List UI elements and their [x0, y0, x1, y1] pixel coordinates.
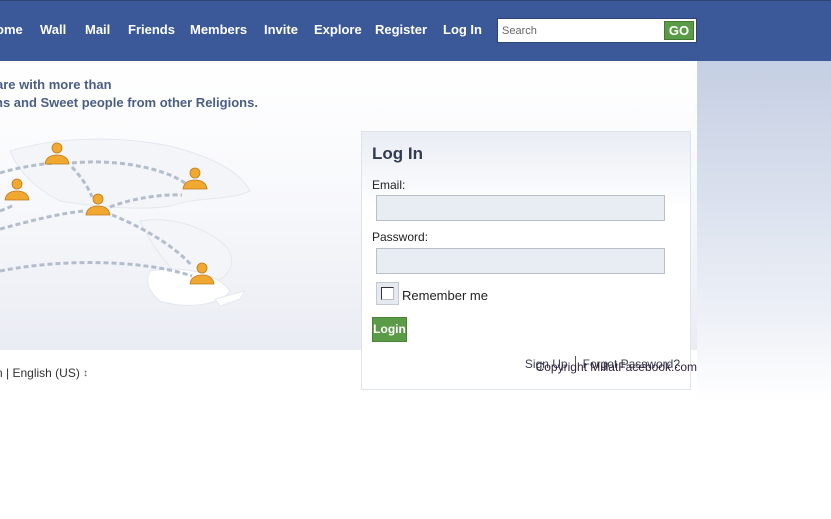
password-label: Password: [372, 230, 429, 244]
nav-item-mail[interactable]: Mail [85, 22, 110, 37]
nav-item-register[interactable]: Register [375, 22, 427, 37]
connection-line [0, 209, 86, 231]
top-navigation-bar: ome Wall Mail Friends Members Invite Exp… [0, 0, 831, 61]
search-input[interactable] [498, 19, 662, 42]
nav-item-explore[interactable]: Explore [314, 22, 362, 37]
nav-item-home[interactable]: ome [0, 22, 23, 37]
language-selector[interactable]: English (US) ↕ [12, 366, 88, 380]
login-panel: Log In Email: Password: Remember me Logi… [361, 131, 691, 390]
copyright-text: Copyright MillatFacebook.com [535, 360, 697, 374]
main-content: are with more than ns and Sweet people f… [0, 61, 697, 390]
nav-item-invite[interactable]: Invite [264, 22, 298, 37]
nav-item-friends[interactable]: Friends [128, 22, 175, 37]
continent-shape [9, 138, 251, 209]
search-go-button[interactable]: GO [664, 21, 694, 40]
nav-item-wall[interactable]: Wall [40, 22, 66, 37]
up-down-arrows-icon: ↕ [83, 368, 89, 379]
login-button[interactable]: Login [372, 317, 407, 342]
language-label: English (US) [12, 366, 80, 380]
login-title: Log In [372, 144, 423, 163]
email-field[interactable] [376, 195, 665, 221]
tagline-line-2: ns and Sweet people from other Religions… [0, 95, 258, 110]
search-box: GO [497, 18, 697, 43]
right-background-gradient [697, 61, 831, 401]
remember-me-checkbox-wrapper [376, 282, 399, 305]
world-connections-map [0, 138, 251, 307]
footer-left-text: n | [0, 366, 10, 380]
connection-line [0, 203, 15, 213]
tagline-line-1: are with more than [0, 77, 112, 92]
remember-me-checkbox[interactable] [381, 287, 394, 300]
remember-me-label[interactable]: Remember me [402, 288, 488, 303]
nav-item-members[interactable]: Members [190, 22, 247, 37]
person-icon [4, 178, 30, 201]
nav-item-login[interactable]: Log In [443, 22, 482, 37]
email-label: Email: [372, 178, 406, 192]
password-field[interactable] [376, 248, 665, 274]
tagline: are with more than ns and Sweet people f… [0, 76, 258, 112]
footer-language: n | English (US) ↕ [0, 366, 88, 380]
